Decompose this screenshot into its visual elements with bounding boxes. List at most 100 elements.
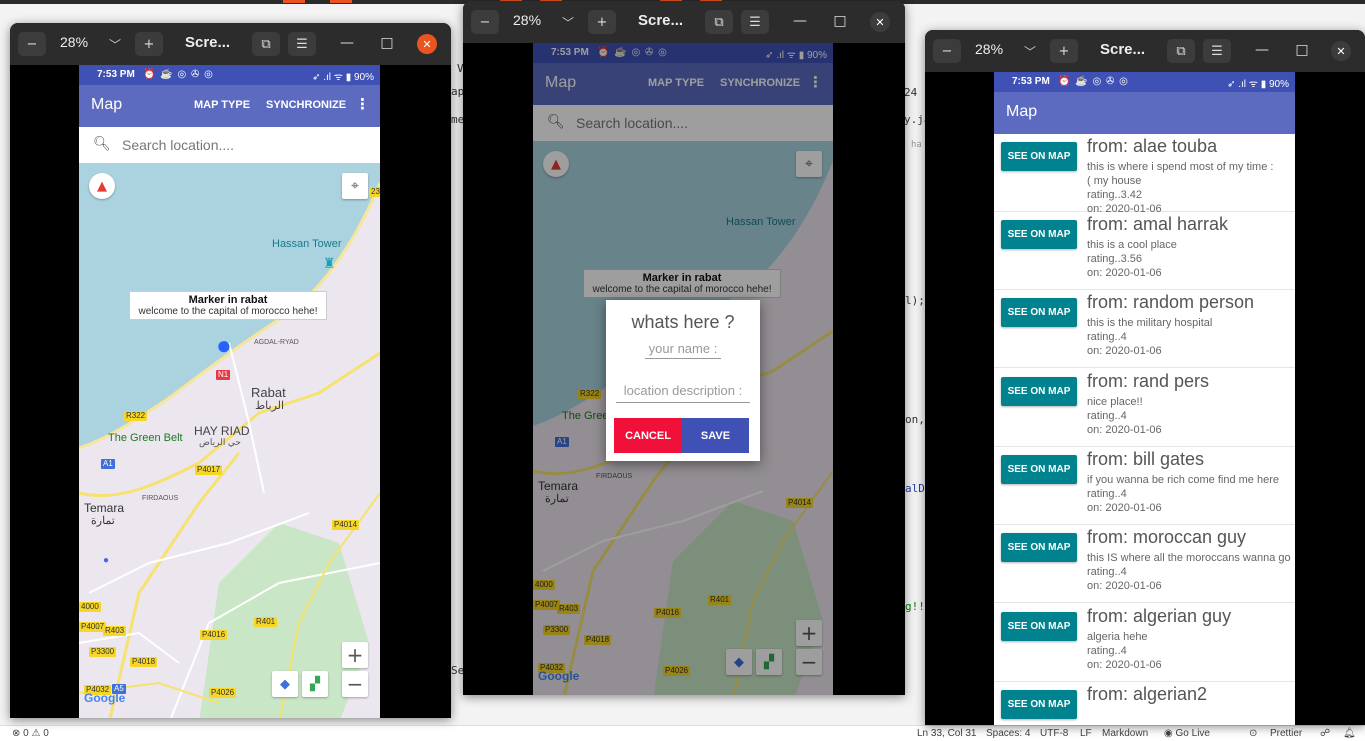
map-label-rabat-ar: الرباط bbox=[255, 400, 285, 412]
app-title: Map bbox=[1006, 103, 1038, 120]
marker-info-window[interactable]: Marker in rabat welcome to the capital o… bbox=[129, 291, 327, 320]
zoom-in-button[interactable]: + bbox=[135, 32, 163, 56]
zoom-out-button[interactable]: − bbox=[471, 10, 499, 34]
item-date: on: 2020-01-06 bbox=[1087, 580, 1162, 592]
screenshot-viewer-window-2: − 28% ﹀ + Scre... ⧉ ☰ — □ ✕ 7:53 PM ⏰ ☕ … bbox=[463, 1, 905, 695]
indentation[interactable]: Spaces: 4 bbox=[986, 728, 1030, 739]
status-time: 7:53 PM bbox=[97, 69, 135, 80]
item-author: from: moroccan guy bbox=[1087, 527, 1247, 547]
map-type-action[interactable]: MAP TYPE bbox=[194, 99, 250, 111]
my-location-icon: ⌖ bbox=[351, 178, 359, 194]
places-list[interactable]: SEE ON MAP from: alae touba this is where … bbox=[994, 134, 1295, 725]
code-fragment: 24 bbox=[904, 86, 918, 99]
minimize-button[interactable]: — bbox=[1253, 42, 1271, 58]
menu-button[interactable]: ☰ bbox=[741, 10, 769, 34]
synchronize-action[interactable]: SYNCHRONIZE bbox=[266, 99, 346, 111]
see-on-map-button[interactable]: SEE ON MAP bbox=[1001, 612, 1077, 641]
minimize-button[interactable]: — bbox=[791, 13, 809, 29]
close-button[interactable]: ✕ bbox=[417, 34, 437, 54]
app-title: Map bbox=[91, 96, 123, 113]
google-logo: Google bbox=[84, 691, 126, 705]
cancel-button[interactable]: CANCEL bbox=[614, 418, 682, 453]
problems-indicator[interactable]: ⊗ 0 ⚠ 0 bbox=[12, 728, 49, 739]
see-on-map-button[interactable]: SEE ON MAP bbox=[1001, 377, 1077, 406]
directions-icon[interactable]: ◆ bbox=[272, 671, 298, 697]
maximize-button[interactable]: □ bbox=[831, 13, 849, 29]
line-ending[interactable]: LF bbox=[1080, 728, 1092, 739]
taskbar-indicator bbox=[330, 0, 352, 3]
google-map[interactable]: ▲ ⌖ Hassan Tower ♜ Marker in rabat welco… bbox=[79, 163, 380, 718]
zoom-dropdown-icon[interactable]: ﹀ bbox=[109, 36, 121, 53]
open-maps-icon[interactable]: ▞ bbox=[302, 671, 328, 697]
item-rating: rating..4 bbox=[1087, 331, 1127, 343]
my-location-button[interactable]: ⌖ bbox=[342, 173, 368, 199]
map-label-hay-riad-ar: حي الرياض bbox=[199, 437, 241, 447]
bell-icon[interactable]: ⊙ bbox=[1249, 728, 1257, 739]
see-on-map-button[interactable]: SEE ON MAP bbox=[1001, 533, 1077, 562]
item-author: from: bill gates bbox=[1087, 449, 1205, 469]
zoom-in-button[interactable]: + bbox=[588, 10, 616, 34]
hamburger-icon: ☰ bbox=[749, 14, 761, 30]
search-bar[interactable]: 🔍︎ Search location.... bbox=[79, 127, 380, 163]
status-icons: ⏰ ☕ ◎ ✇ ◎ bbox=[143, 69, 214, 80]
prettier-status[interactable]: Prettier bbox=[1270, 728, 1302, 739]
item-author: from: rand pers bbox=[1087, 371, 1210, 391]
item-rating: rating..3.42 bbox=[1087, 189, 1143, 201]
language-mode[interactable]: Markdown bbox=[1102, 728, 1148, 739]
screenshot-viewer-window-1: − 28% ﹀ + Scre... ⧉ ☰ — □ ✕ 7:53 PM ⏰ ☕ … bbox=[10, 23, 451, 718]
see-on-map-button[interactable]: SEE ON MAP bbox=[1001, 142, 1077, 171]
marker-snippet: welcome to the capital of morocco hehe! bbox=[138, 306, 318, 317]
see-on-map-button[interactable]: SEE ON MAP bbox=[1001, 220, 1077, 249]
item-rating: rating..4 bbox=[1087, 645, 1127, 657]
zoom-out-icon: − bbox=[941, 43, 953, 59]
app-toolbar: Map MAP TYPE SYNCHRONIZE ⋮ bbox=[79, 85, 380, 127]
overflow-menu-icon[interactable]: ⋮ bbox=[355, 95, 370, 113]
zoom-dropdown-icon[interactable]: ﹀ bbox=[1024, 43, 1036, 60]
cursor-position[interactable]: Ln 33, Col 31 bbox=[917, 728, 977, 739]
menu-button[interactable]: ☰ bbox=[1203, 39, 1231, 63]
phone-screen: 7:53 PM ⏰ ☕ ◎ ✇ ◎ ➶ .ıl ᯤ ▮ 90% Map MAP … bbox=[79, 65, 380, 718]
search-input[interactable]: Search location.... bbox=[122, 137, 234, 153]
go-live-button[interactable]: ◉ Go Live bbox=[1164, 728, 1210, 739]
see-on-map-button[interactable]: SEE ON MAP bbox=[1001, 455, 1077, 484]
encoding[interactable]: UTF-8 bbox=[1040, 728, 1068, 739]
fit-window-button[interactable]: ⧉ bbox=[252, 32, 280, 56]
name-field[interactable]: your name : bbox=[645, 341, 721, 359]
see-on-map-button[interactable]: SEE ON MAP bbox=[1001, 690, 1077, 719]
map-marker-icon[interactable]: ● bbox=[216, 330, 232, 361]
code-fragment: g!! bbox=[905, 600, 925, 613]
zoom-in-button[interactable]: + bbox=[1050, 39, 1078, 63]
map-label-green-belt: The Green Belt bbox=[108, 432, 183, 444]
notifications-icon[interactable]: 🔔︎ bbox=[1343, 728, 1356, 739]
menu-button[interactable]: ☰ bbox=[288, 32, 316, 56]
zoom-out-button[interactable]: − bbox=[18, 32, 46, 56]
save-button[interactable]: SAVE bbox=[682, 418, 749, 453]
zoom-out-button[interactable]: − bbox=[342, 671, 368, 697]
feedback-icon[interactable]: ☍ bbox=[1320, 728, 1330, 739]
zoom-out-button[interactable]: − bbox=[933, 39, 961, 63]
road-label: P3300 bbox=[89, 647, 117, 657]
see-on-map-button[interactable]: SEE ON MAP bbox=[1001, 298, 1077, 327]
map-label-temara-ar: تمارة bbox=[91, 515, 115, 527]
close-button[interactable]: ✕ bbox=[870, 12, 890, 32]
add-location-dialog: whats here ? your name : location descri… bbox=[606, 300, 760, 461]
close-button[interactable]: ✕ bbox=[1331, 41, 1351, 61]
maximize-button[interactable]: □ bbox=[1293, 42, 1311, 58]
road-label: P4017 bbox=[195, 465, 223, 475]
fit-window-button[interactable]: ⧉ bbox=[705, 10, 733, 34]
zoom-in-button[interactable]: + bbox=[342, 642, 368, 668]
zoom-in-icon: + bbox=[596, 14, 608, 30]
description-field[interactable]: location description : bbox=[616, 383, 750, 403]
maximize-button[interactable]: □ bbox=[378, 35, 396, 51]
status-icons: ⏰ ☕ ◎ ✇ ◎ bbox=[1058, 76, 1129, 87]
window-titlebar: − 28% ﹀ + Scre... ⧉ ☰ — □ ✕ bbox=[10, 23, 451, 65]
zoom-dropdown-icon[interactable]: ﹀ bbox=[562, 14, 574, 31]
item-rating: rating..4 bbox=[1087, 410, 1127, 422]
fit-icon: ⧉ bbox=[714, 14, 724, 30]
phone-screen: 7:53 PM ⏰ ☕ ◎ ✇ ◎ ➶ .ıl ᯤ ▮ 90% Map MAP … bbox=[533, 43, 833, 695]
zoom-level: 28% bbox=[975, 41, 1004, 57]
fit-window-button[interactable]: ⧉ bbox=[1167, 39, 1195, 63]
minimize-button[interactable]: — bbox=[338, 35, 356, 51]
window-title: Scre... bbox=[185, 34, 231, 51]
compass-button[interactable]: ▲ bbox=[89, 173, 115, 199]
